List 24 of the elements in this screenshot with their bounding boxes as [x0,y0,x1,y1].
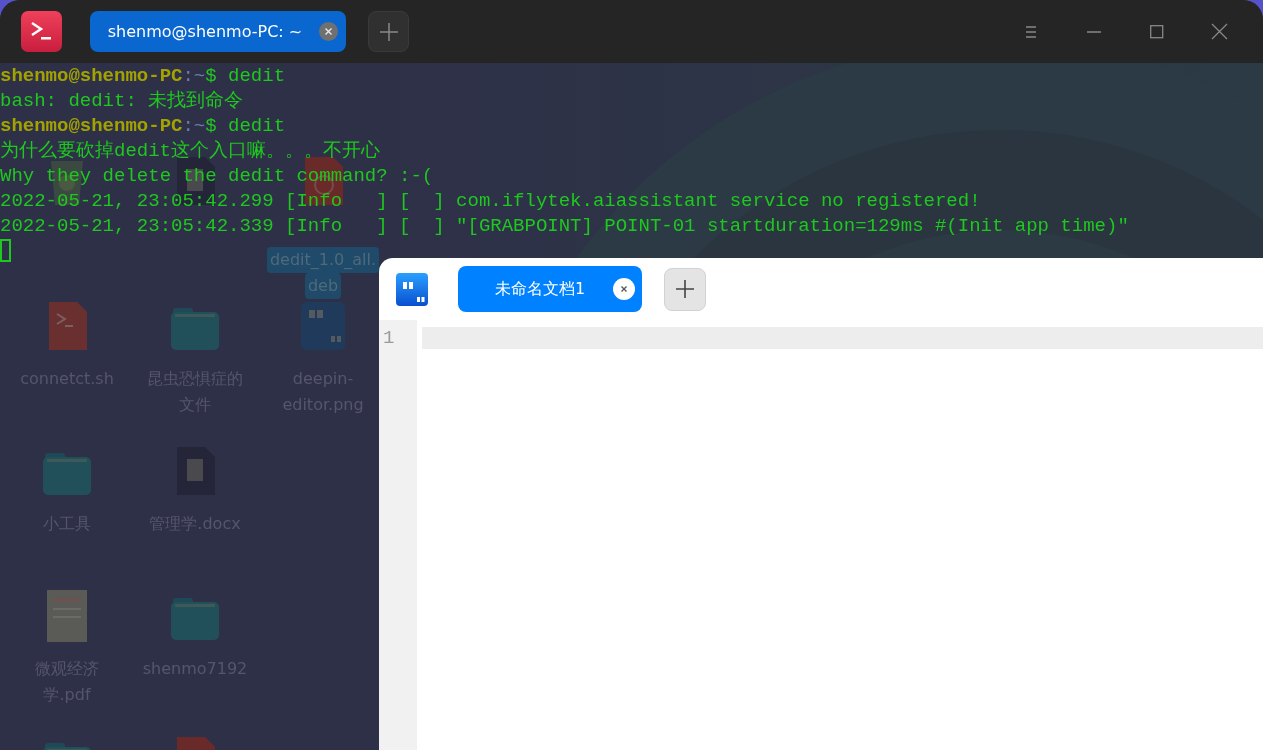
plus-icon [379,22,398,41]
editor-app-icon [396,272,428,306]
minimize-icon [1086,30,1101,33]
terminal-text: :~ [182,65,206,87]
new-tab-button[interactable] [368,11,409,52]
close-icon [1211,23,1228,40]
close-icon[interactable] [319,22,338,41]
terminal-tab[interactable]: shenmo@shenmo-PC: ~ [90,11,346,52]
terminal-text: 2022-05-21, 23:05:42.299 [Info ] [ ] com.iflytek.aiassistant service no registered! [0,190,981,212]
document-tab[interactable]: 未命名文档1 [458,266,642,312]
terminal-text: $ dedit [205,115,286,137]
terminal-app-icon [21,11,62,52]
terminal-text: shenmo@shenmo-PC [0,65,183,87]
close-icon[interactable] [613,278,635,300]
terminal-text: :~ [182,115,206,137]
terminal-text: bash: dedit: 未找到命令 [0,90,244,112]
terminal-text: 2022-05-21, 23:05:42.339 [Info ] [ ] "[GRABPOINT] POINT-01 startduration=129ms #(Init app time)" [0,215,1129,237]
terminal-text: $ dedit [205,65,286,87]
plus-icon [675,279,695,299]
terminal-text: 为什么要砍掉dedit这个入口嘛。。。不开心 [0,140,380,162]
terminal-text: shenmo@shenmo-PC [0,115,183,137]
maximize-icon [1149,24,1164,39]
line-number: 1 [382,327,396,349]
terminal-text: Why they delete the dedit command? :-( [0,165,434,187]
